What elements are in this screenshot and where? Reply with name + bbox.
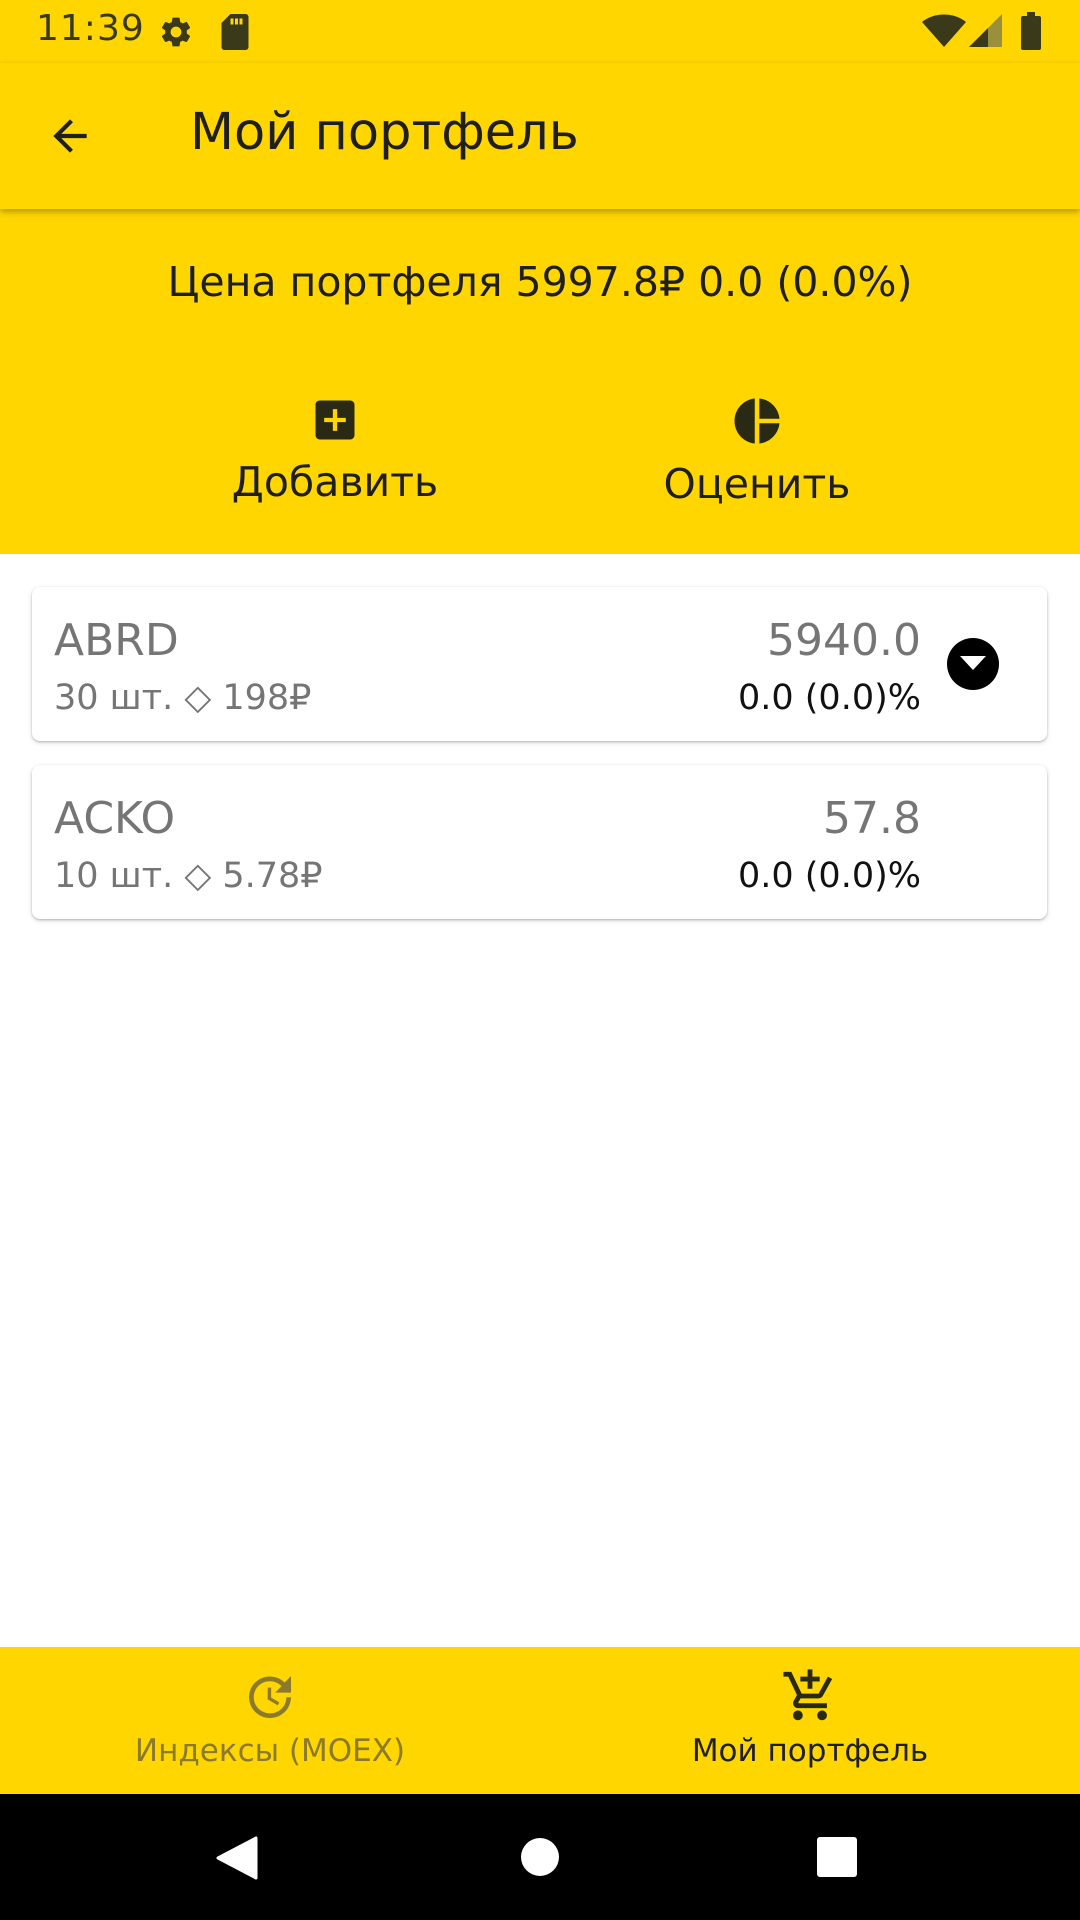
- holding-quantity: 30 шт. ◇ 198₽: [54, 678, 312, 718]
- portfolio-summary: Цена портфеля 5997.8₽ 0.0 (0.0%) Добавит…: [0, 209, 1080, 554]
- arrow-drop-down-icon: [960, 655, 986, 674]
- status-bar: 11:39: [0, 0, 1080, 63]
- nav-item-indexes[interactable]: Индексы (MOEX): [0, 1647, 540, 1794]
- system-navigation-bar: [0, 1794, 1080, 1920]
- holding-total: 5940.0: [767, 615, 921, 666]
- status-time: 11:39: [36, 8, 145, 49]
- nav-item-portfolio[interactable]: Мой портфель: [540, 1647, 1080, 1794]
- holding-total: 57.8: [823, 793, 921, 844]
- sd-card-icon: [220, 14, 250, 54]
- holding-card[interactable]: ABRD 30 шт. ◇ 198₽ 5940.0 0.0 (0.0)%: [32, 587, 1047, 741]
- add-box-icon: [185, 394, 485, 446]
- holding-ticker: ACKO: [54, 793, 176, 844]
- holding-change: 0.0 (0.0)%: [737, 678, 921, 718]
- app-bar: Мой портфель: [0, 63, 1080, 209]
- bottom-navigation: Индексы (MOEX) Мой портфель: [0, 1647, 1080, 1794]
- rate-button-label: Оценить: [663, 460, 851, 508]
- arrow-back-icon: [45, 111, 95, 165]
- recents-square-icon[interactable]: [817, 1837, 857, 1881]
- page-title: Мой портфель: [190, 103, 579, 162]
- signal-icon: [968, 14, 1004, 52]
- add-button-label: Добавить: [231, 458, 439, 506]
- rate-button[interactable]: Оценить: [607, 394, 907, 508]
- holding-quantity: 10 шт. ◇ 5.78₽: [54, 856, 323, 896]
- nav-item-portfolio-label: Мой портфель: [691, 1733, 929, 1769]
- holding-card[interactable]: ACKO 10 шт. ◇ 5.78₽ 57.8 0.0 (0.0)%: [32, 765, 1047, 919]
- back-triangle-icon[interactable]: [216, 1836, 258, 1884]
- holding-change: 0.0 (0.0)%: [737, 856, 921, 896]
- battery-icon: [1020, 12, 1042, 54]
- nav-item-indexes-label: Индексы (MOEX): [134, 1733, 406, 1769]
- back-button[interactable]: [30, 98, 110, 178]
- holding-ticker: ABRD: [54, 615, 179, 666]
- settings-icon: [158, 14, 194, 54]
- pie-chart-icon: [607, 394, 907, 448]
- expand-button[interactable]: [947, 638, 999, 690]
- home-circle-icon[interactable]: [520, 1837, 560, 1881]
- add-button[interactable]: Добавить: [185, 394, 485, 506]
- portfolio-price: Цена портфеля 5997.8₽ 0.0 (0.0%): [167, 258, 913, 306]
- wifi-icon: [922, 14, 966, 52]
